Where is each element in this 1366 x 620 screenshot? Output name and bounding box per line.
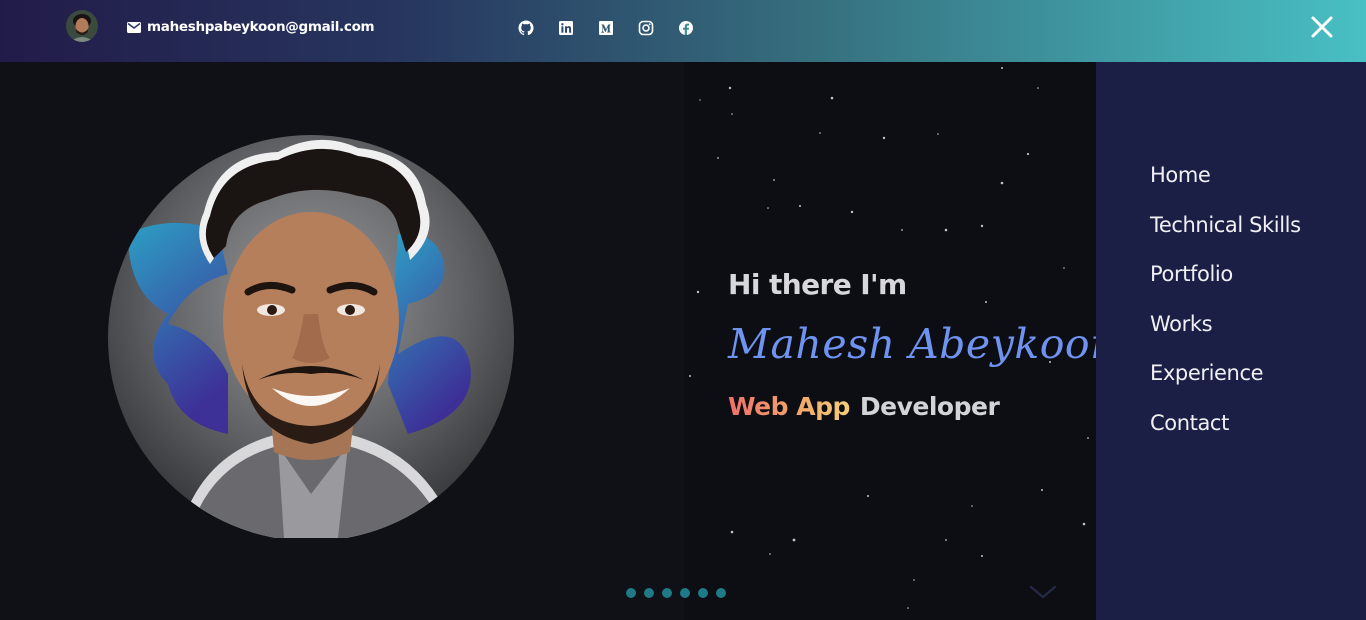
mail-icon: [127, 21, 141, 33]
instagram-icon[interactable]: [638, 20, 654, 36]
pagination-dot[interactable]: [698, 588, 708, 598]
email-text: maheshpabeykoon@gmail.com: [147, 19, 375, 35]
nav-list: Home Technical Skills Portfolio Works Ex…: [1150, 158, 1301, 456]
social-links: [518, 19, 718, 37]
pagination-dot[interactable]: [716, 588, 726, 598]
medium-icon[interactable]: [598, 20, 614, 36]
nav-item-technical-skills[interactable]: Technical Skills: [1150, 208, 1301, 258]
github-icon[interactable]: [518, 20, 534, 36]
nav-item-contact[interactable]: Contact: [1150, 406, 1301, 456]
avatar[interactable]: [66, 10, 98, 42]
pagination-dot[interactable]: [662, 588, 672, 598]
side-nav: Home Technical Skills Portfolio Works Ex…: [1096, 62, 1366, 620]
top-bar: maheshpabeykoon@gmail.com: [0, 0, 1366, 62]
facebook-icon[interactable]: [678, 20, 694, 36]
pagination-dot[interactable]: [680, 588, 690, 598]
email-link[interactable]: maheshpabeykoon@gmail.com: [127, 18, 375, 36]
linkedin-icon[interactable]: [558, 20, 574, 36]
chevron-down-icon[interactable]: [1028, 582, 1058, 602]
greeting-text: Hi there I'm: [728, 268, 907, 301]
close-icon[interactable]: [1309, 14, 1335, 40]
nav-item-home[interactable]: Home: [1150, 158, 1301, 208]
pagination-dots: [626, 588, 726, 598]
pagination-dot[interactable]: [644, 588, 654, 598]
nav-item-portfolio[interactable]: Portfolio: [1150, 257, 1301, 307]
role-rest: Developer: [859, 392, 1000, 421]
nav-item-experience[interactable]: Experience: [1150, 356, 1301, 406]
nav-item-works[interactable]: Works: [1150, 307, 1301, 357]
pagination-dot[interactable]: [626, 588, 636, 598]
role-highlight: Web App: [728, 392, 850, 421]
name-heading: Mahesh Abeykoon: [728, 320, 1117, 368]
profile-photo: [108, 135, 514, 538]
role-text: Web App Developer: [728, 392, 1000, 421]
